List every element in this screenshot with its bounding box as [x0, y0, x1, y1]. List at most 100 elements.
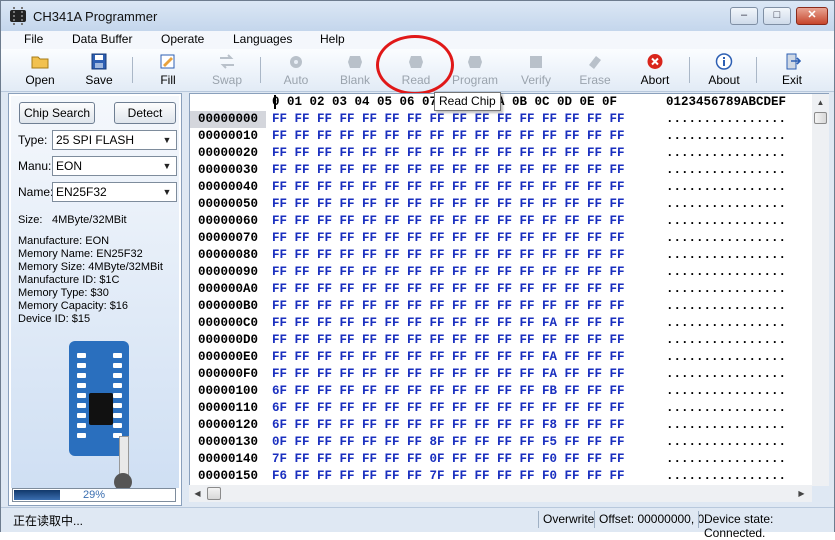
- scroll-up-icon[interactable]: ▲: [814, 96, 827, 109]
- hex-row-ascii[interactable]: ................: [666, 383, 786, 400]
- fill-button[interactable]: Fill: [140, 51, 196, 89]
- verify-button[interactable]: Verify: [508, 51, 564, 89]
- swap-button[interactable]: Swap: [199, 51, 255, 89]
- hex-row-bytes[interactable]: FF FF FF FF FF FF FF FF FF FF FF FF FF F…: [272, 298, 625, 315]
- horizontal-scrollbar[interactable]: ◀ ▶: [189, 485, 812, 502]
- chip-search-button[interactable]: Chip Search: [19, 102, 95, 124]
- hex-row-ascii[interactable]: ................: [666, 315, 786, 332]
- abort-button[interactable]: Abort: [627, 51, 683, 89]
- hex-row-ascii[interactable]: ................: [666, 281, 786, 298]
- hex-row[interactable]: 00000040 FF FF FF FF FF FF FF FF FF FF FF…: [190, 179, 813, 196]
- open-button[interactable]: Open: [12, 51, 68, 89]
- hex-row[interactable]: 00000010 FF FF FF FF FF FF FF FF FF FF FF…: [190, 128, 813, 145]
- hex-row[interactable]: 00000130 0F FF FF FF FF FF FF 8F FF FF FF…: [190, 434, 813, 451]
- hex-row-bytes[interactable]: FF FF FF FF FF FF FF FF FF FF FF FF FF F…: [272, 213, 625, 230]
- hex-row-bytes[interactable]: F6 FF FF FF FF FF FF 7F FF FF FF FF F0 F…: [272, 468, 625, 485]
- hex-row[interactable]: 000000E0 FF FF FF FF FF FF FF FF FF FF FF…: [190, 349, 813, 366]
- hex-row-ascii[interactable]: ................: [666, 179, 786, 196]
- hex-row-ascii[interactable]: ................: [666, 196, 786, 213]
- hex-row-ascii[interactable]: ................: [666, 332, 786, 349]
- save-button[interactable]: Save: [71, 51, 127, 89]
- hex-row-bytes[interactable]: FF FF FF FF FF FF FF FF FF FF FF FF FF F…: [272, 162, 625, 179]
- type-select[interactable]: 25 SPI FLASH ▼: [52, 130, 177, 150]
- menu-languages[interactable]: Languages: [233, 32, 292, 46]
- hex-row-bytes[interactable]: FF FF FF FF FF FF FF FF FF FF FF FF FF F…: [272, 230, 625, 247]
- hex-row-ascii[interactable]: ................: [666, 145, 786, 162]
- hex-row-ascii[interactable]: ................: [666, 417, 786, 434]
- vertical-scroll-thumb[interactable]: [814, 112, 827, 124]
- hex-row-ascii[interactable]: ................: [666, 349, 786, 366]
- hex-row[interactable]: 00000020 FF FF FF FF FF FF FF FF FF FF FF…: [190, 145, 813, 162]
- hex-row[interactable]: 00000060 FF FF FF FF FF FF FF FF FF FF FF…: [190, 213, 813, 230]
- hex-row[interactable]: 00000120 6F FF FF FF FF FF FF FF FF FF FF…: [190, 417, 813, 434]
- hex-row-bytes[interactable]: 6F FF FF FF FF FF FF FF FF FF FF FF FF F…: [272, 400, 625, 417]
- maximize-button[interactable]: □: [763, 7, 791, 25]
- hex-row-ascii[interactable]: ................: [666, 264, 786, 281]
- hex-row-bytes[interactable]: FF FF FF FF FF FF FF FF FF FF FF FF FF F…: [272, 196, 625, 213]
- hex-row-bytes[interactable]: FF FF FF FF FF FF FF FF FF FF FF FF FF F…: [272, 179, 625, 196]
- hex-row-ascii[interactable]: ................: [666, 162, 786, 179]
- blank-button[interactable]: Blank: [327, 51, 383, 89]
- menu-help[interactable]: Help: [320, 32, 345, 46]
- hex-editor[interactable]: 0 01 02 03 04 05 06 07 08 09 0A 0B 0C 0D…: [189, 93, 813, 486]
- menu-file[interactable]: File: [24, 32, 43, 46]
- hex-row-bytes[interactable]: FF FF FF FF FF FF FF FF FF FF FF FF FF F…: [272, 281, 625, 298]
- chip-name-select[interactable]: EN25F32 ▼: [52, 182, 177, 202]
- hex-row-bytes[interactable]: FF FF FF FF FF FF FF FF FF FF FF FF FF F…: [272, 264, 625, 281]
- hex-row[interactable]: 000000B0 FF FF FF FF FF FF FF FF FF FF FF…: [190, 298, 813, 315]
- scroll-left-icon[interactable]: ◀: [191, 487, 204, 500]
- erase-button[interactable]: Erase: [567, 51, 623, 89]
- hex-row[interactable]: 00000000 FF FF FF FF FF FF FF FF FF FF FF…: [190, 111, 813, 128]
- hex-row-ascii[interactable]: ................: [666, 451, 786, 468]
- hex-row-ascii[interactable]: ................: [666, 230, 786, 247]
- title-bar[interactable]: CH341A Programmer – □ ✕: [1, 1, 834, 31]
- close-button[interactable]: ✕: [796, 7, 828, 25]
- vertical-scrollbar[interactable]: ▲: [812, 93, 829, 486]
- menu-operate[interactable]: Operate: [161, 32, 204, 46]
- hex-row-bytes[interactable]: 0F FF FF FF FF FF FF 8F FF FF FF FF F5 F…: [272, 434, 625, 451]
- hex-row[interactable]: 00000150 F6 FF FF FF FF FF FF 7F FF FF FF…: [190, 468, 813, 485]
- hex-row-ascii[interactable]: ................: [666, 247, 786, 264]
- manufacturer-select[interactable]: EON ▼: [52, 156, 177, 176]
- horizontal-scroll-thumb[interactable]: [207, 487, 221, 500]
- hex-row-bytes[interactable]: FF FF FF FF FF FF FF FF FF FF FF FF FF F…: [272, 247, 625, 264]
- about-button[interactable]: About: [696, 51, 752, 89]
- hex-row[interactable]: 000000D0 FF FF FF FF FF FF FF FF FF FF FF…: [190, 332, 813, 349]
- hex-row-bytes[interactable]: 6F FF FF FF FF FF FF FF FF FF FF FF F8 F…: [272, 417, 625, 434]
- hex-row[interactable]: 00000100 6F FF FF FF FF FF FF FF FF FF FF…: [190, 383, 813, 400]
- hex-row[interactable]: 00000030 FF FF FF FF FF FF FF FF FF FF FF…: [190, 162, 813, 179]
- hex-row-ascii[interactable]: ................: [666, 213, 786, 230]
- hex-row-bytes[interactable]: FF FF FF FF FF FF FF FF FF FF FF FF FF F…: [272, 128, 625, 145]
- hex-row-ascii[interactable]: ................: [666, 400, 786, 417]
- hex-row-ascii[interactable]: ................: [666, 298, 786, 315]
- hex-row[interactable]: 00000050 FF FF FF FF FF FF FF FF FF FF FF…: [190, 196, 813, 213]
- hex-row[interactable]: 000000A0 FF FF FF FF FF FF FF FF FF FF FF…: [190, 281, 813, 298]
- hex-row[interactable]: 00000090 FF FF FF FF FF FF FF FF FF FF FF…: [190, 264, 813, 281]
- detect-button[interactable]: Detect: [114, 102, 176, 124]
- hex-row-bytes[interactable]: FF FF FF FF FF FF FF FF FF FF FF FF FA F…: [272, 315, 625, 332]
- hex-row[interactable]: 000000F0 FF FF FF FF FF FF FF FF FF FF FF…: [190, 366, 813, 383]
- menu-data-buffer[interactable]: Data Buffer: [72, 32, 132, 46]
- hex-row[interactable]: 000000C0 FF FF FF FF FF FF FF FF FF FF FF…: [190, 315, 813, 332]
- hex-row[interactable]: 00000140 7F FF FF FF FF FF FF 0F FF FF FF…: [190, 451, 813, 468]
- scroll-right-icon[interactable]: ▶: [795, 487, 808, 500]
- program-button[interactable]: Program: [447, 51, 503, 89]
- hex-row-bytes[interactable]: FF FF FF FF FF FF FF FF FF FF FF FF FA F…: [272, 366, 625, 383]
- hex-row[interactable]: 00000070 FF FF FF FF FF FF FF FF FF FF FF…: [190, 230, 813, 247]
- hex-row-ascii[interactable]: ................: [666, 468, 786, 485]
- hex-row-ascii[interactable]: ................: [666, 128, 786, 145]
- hex-row-bytes[interactable]: FF FF FF FF FF FF FF FF FF FF FF FF FF F…: [272, 332, 625, 349]
- hex-row-ascii[interactable]: ................: [666, 434, 786, 451]
- hex-row-bytes[interactable]: 6F FF FF FF FF FF FF FF FF FF FF FF FB F…: [272, 383, 625, 400]
- hex-row-bytes[interactable]: FF FF FF FF FF FF FF FF FF FF FF FF FF F…: [272, 145, 625, 162]
- minimize-button[interactable]: –: [730, 7, 758, 25]
- hex-row-bytes[interactable]: FF FF FF FF FF FF FF FF FF FF FF FF FF F…: [272, 111, 625, 128]
- hex-row-ascii[interactable]: ................: [666, 111, 786, 128]
- hex-row[interactable]: 00000110 6F FF FF FF FF FF FF FF FF FF FF…: [190, 400, 813, 417]
- auto-button[interactable]: Auto: [268, 51, 324, 89]
- hex-row-bytes[interactable]: FF FF FF FF FF FF FF FF FF FF FF FF FA F…: [272, 349, 625, 366]
- hex-row[interactable]: 00000080 FF FF FF FF FF FF FF FF FF FF FF…: [190, 247, 813, 264]
- exit-button[interactable]: Exit: [764, 51, 820, 89]
- hex-row-bytes[interactable]: 7F FF FF FF FF FF FF 0F FF FF FF FF F0 F…: [272, 451, 625, 468]
- hex-row-ascii[interactable]: ................: [666, 366, 786, 383]
